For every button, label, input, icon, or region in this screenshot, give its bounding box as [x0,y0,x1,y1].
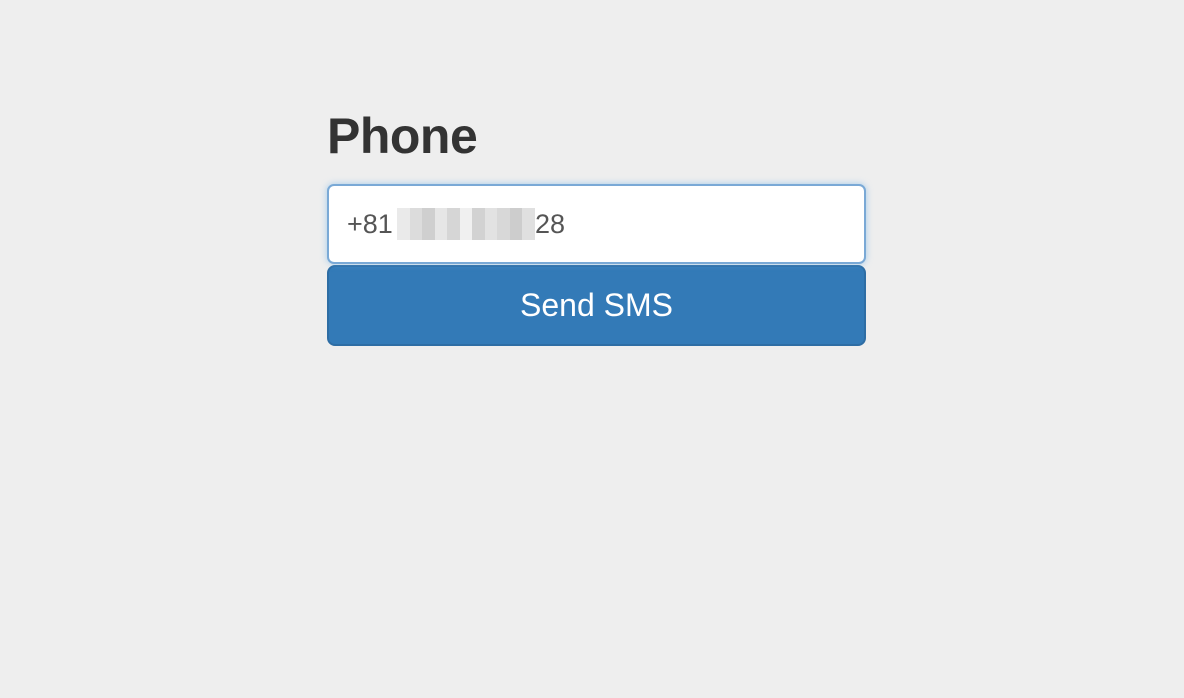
send-sms-button[interactable]: Send SMS [327,265,866,346]
redacted-digits [397,208,536,240]
phone-field: 28 [327,184,866,264]
phone-suffix: 28 [535,209,566,239]
sms-verification-form: Phone 28 Send SMS [327,100,866,346]
page-title: Phone [327,108,478,164]
